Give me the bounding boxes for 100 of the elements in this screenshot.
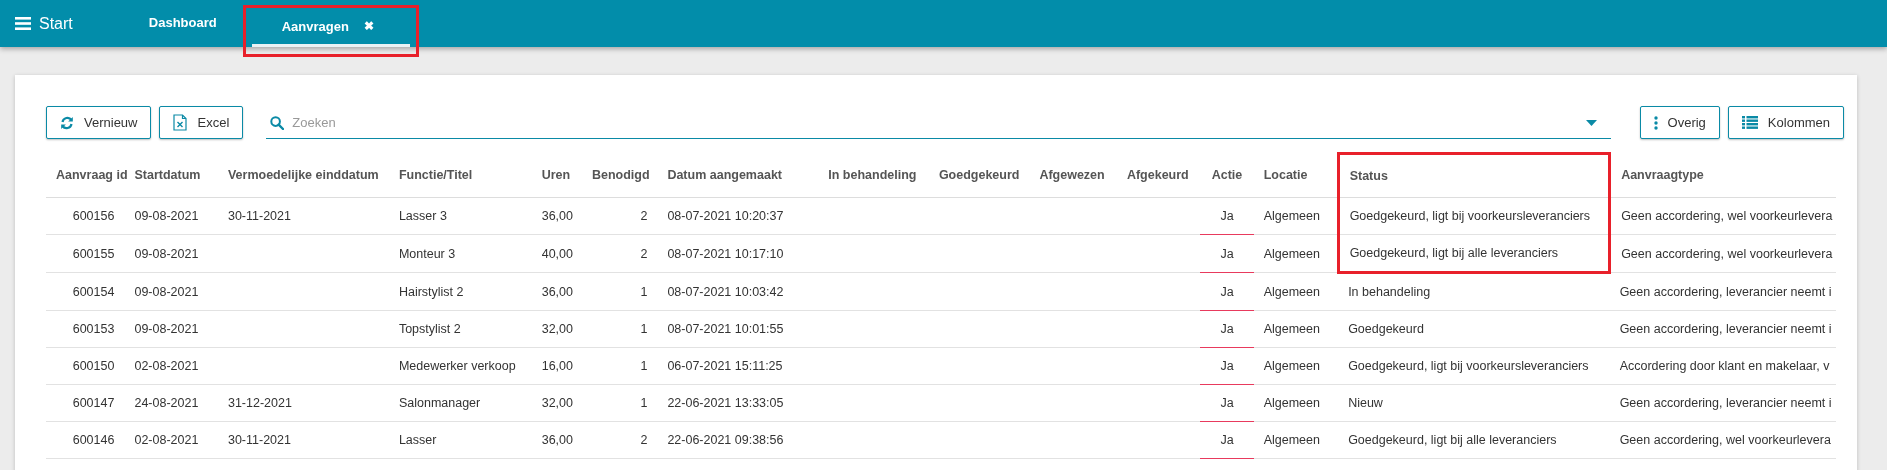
column-header[interactable]: Locatie	[1253, 153, 1339, 198]
table-cell: Geen accordering, leverancier neemt i	[1609, 384, 1836, 422]
table-cell: 2	[581, 197, 658, 235]
table-cell: Geen accordering, wel voorkeurlevera	[1609, 197, 1836, 235]
toolbar-button[interactable]: Vernieuw	[46, 106, 152, 139]
table-cell: Goedgekeurd, ligt bij voorkeursleveranciers	[1338, 347, 1610, 385]
toolbar-button[interactable]: Kolommen	[1727, 106, 1844, 139]
table-cell: 32,00	[531, 384, 582, 422]
table-cell: 09-08-2021	[124, 197, 218, 235]
tab[interactable]: Dashboard	[130, 0, 235, 47]
table-cell: 36,00	[531, 197, 582, 235]
table-cell: Goedgekeurd	[1338, 310, 1610, 348]
table-cell: Nieuw	[1338, 384, 1610, 422]
table-cell: Algemeen	[1253, 310, 1339, 348]
list-icon	[1741, 116, 1758, 129]
table-cell: 09-08-2021	[124, 234, 218, 273]
table-cell: In behandeling	[1338, 272, 1610, 311]
table-cell: 1	[581, 272, 658, 311]
table-cell: 600147	[46, 384, 125, 422]
column-header[interactable]: Datum aangemaakt	[657, 153, 819, 198]
table-cell: 30-11-2021	[217, 421, 389, 459]
table-cell: Geen accordering, wel voorkeurlevera	[1609, 421, 1836, 459]
table-cell: 08-07-2021 10:01:55	[657, 310, 819, 348]
action-link[interactable]: Ja	[1200, 272, 1254, 311]
column-header[interactable]: Functie/Titel	[388, 153, 532, 198]
table-cell: 08-07-2021 10:17:10	[657, 234, 819, 273]
table-cell: Goedgekeurd, ligt bij alle leveranciers	[1338, 421, 1610, 459]
refresh-icon	[60, 115, 74, 130]
tab[interactable]: Aanvragen ✖	[251, 8, 410, 47]
table-cell: 08-07-2021 10:20:37	[657, 197, 819, 235]
table-cell: Goedgekeurd, ligt bij alle leveranciers	[1338, 234, 1610, 273]
table-cell: 16,00	[531, 347, 582, 385]
search-icon	[270, 116, 285, 130]
table-cell: 600156	[46, 197, 125, 235]
table-cell: Goedgekeurd, ligt bij voorkeursleveranciers	[1338, 197, 1610, 235]
table-cell: 36,00	[531, 272, 582, 311]
table-cell: Geen accordering, leverancier neemt i	[1609, 272, 1836, 311]
menu-button[interactable]: Start	[0, 0, 73, 47]
table-cell: 1	[581, 310, 658, 348]
table-cell: Geen accordering, leverancier neemt i	[1609, 310, 1836, 348]
table-cell: Geen accordering, wel voorkeurlevera	[1609, 234, 1836, 273]
column-header[interactable]: Aanvraagtype	[1609, 153, 1836, 198]
table-cell: Lasser 3	[388, 197, 532, 235]
column-header[interactable]: Uren	[531, 153, 582, 198]
toolbar-button[interactable]: Excel	[159, 106, 244, 139]
table-cell: 36,00	[531, 421, 582, 459]
table-cell: 600155	[46, 234, 125, 273]
action-link[interactable]: Ja	[1200, 347, 1254, 385]
table-cell: 24-08-2021	[124, 384, 218, 422]
action-link[interactable]: Ja	[1200, 234, 1254, 273]
table-cell: 31-12-2021	[217, 384, 389, 422]
action-link[interactable]: Ja	[1200, 310, 1254, 348]
table-cell: Algemeen	[1253, 421, 1339, 459]
toolbar-button[interactable]: Overig	[1639, 106, 1720, 139]
column-header[interactable]: Vermoedelijke einddatum	[217, 153, 389, 198]
action-link[interactable]: Ja	[1200, 421, 1254, 459]
table-cell: Algemeen	[1253, 234, 1339, 273]
table-cell: 30-11-2021	[217, 197, 389, 235]
more-icon	[1653, 115, 1658, 130]
spreadsheet-file-icon	[173, 114, 188, 131]
table-cell: Salonmanager	[388, 384, 532, 422]
close-button[interactable]: ✖	[363, 19, 374, 33]
column-header[interactable]: Status	[1338, 153, 1610, 198]
table-cell: 2	[581, 421, 658, 459]
table-cell: Topstylist 2	[388, 310, 532, 348]
table-cell: 09-08-2021	[124, 310, 218, 348]
menu-icon	[15, 17, 31, 30]
table-cell: 02-08-2021	[124, 347, 218, 385]
column-header[interactable]: In behandeling	[818, 153, 929, 198]
column-header[interactable]: Aanvraag id	[46, 153, 125, 198]
action-link[interactable]: Ja	[1200, 384, 1254, 422]
table-cell: 02-08-2021	[124, 421, 218, 459]
action-link[interactable]: Ja	[1200, 197, 1254, 235]
table-cell: 600146	[46, 421, 125, 459]
table-cell: 600154	[46, 272, 125, 311]
table-cell: 22-06-2021 09:38:56	[657, 421, 819, 459]
table-cell: Monteur 3	[388, 234, 532, 273]
table-cell: Algemeen	[1253, 384, 1339, 422]
table-cell: 600153	[46, 310, 125, 348]
table-cell: Medewerker verkoop	[388, 347, 532, 385]
dropdown-caret-icon	[1585, 120, 1597, 126]
table-cell: 22-06-2021 13:33:05	[657, 384, 819, 422]
column-header[interactable]: Goedgekeurd	[928, 153, 1030, 198]
table-cell: Accordering door klant en makelaar, v	[1609, 347, 1836, 385]
table-cell: 40,00	[531, 234, 582, 273]
column-header[interactable]: Benodigd	[581, 153, 658, 198]
table-cell: Algemeen	[1253, 272, 1339, 311]
table-cell: 2	[581, 234, 658, 273]
table-cell: 08-07-2021 10:03:42	[657, 272, 819, 311]
table-cell: 32,00	[531, 310, 582, 348]
column-header[interactable]: Afgekeurd	[1116, 153, 1201, 198]
table-cell: 600150	[46, 347, 125, 385]
table-cell: 1	[581, 347, 658, 385]
table-cell: Algemeen	[1253, 347, 1339, 385]
table-cell: 1	[581, 384, 658, 422]
table-cell: Algemeen	[1253, 197, 1339, 235]
table-cell: 09-08-2021	[124, 272, 218, 311]
column-header[interactable]: Afgewezen	[1029, 153, 1117, 198]
search-field[interactable]: Zoeken	[266, 106, 1611, 139]
column-header[interactable]: Actie	[1200, 153, 1254, 198]
